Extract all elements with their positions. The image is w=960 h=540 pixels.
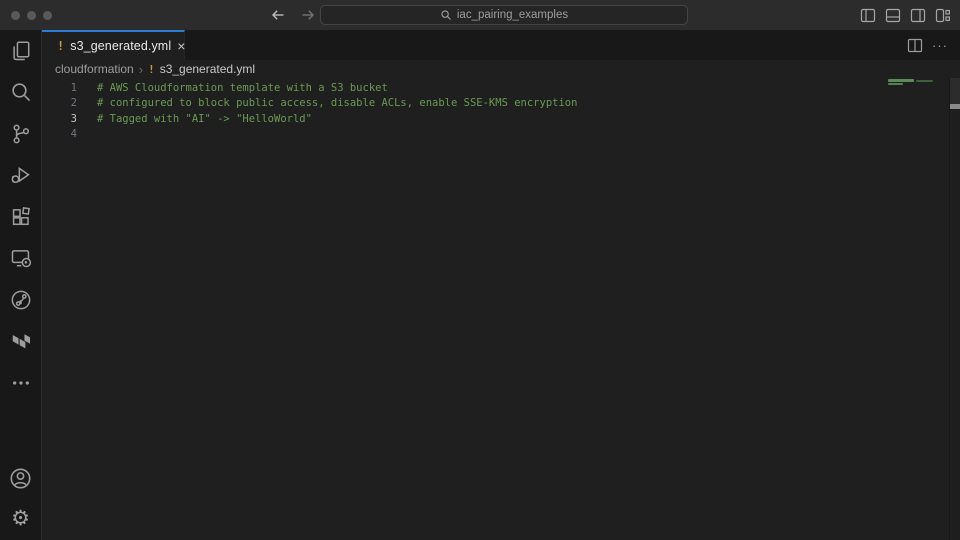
- scrollbar-slider[interactable]: [950, 78, 960, 105]
- titlebar: iac_pairing_examples: [0, 0, 960, 30]
- close-window-button[interactable]: [11, 11, 20, 20]
- tab-s3-generated-yml[interactable]: ! s3_generated.yml ×: [42, 30, 185, 60]
- history-nav: [268, 4, 318, 26]
- toggle-primary-sidebar-icon[interactable]: [859, 7, 877, 23]
- vscode-window: iac_pairing_examples: [0, 0, 960, 540]
- breadcrumb-folder[interactable]: cloudformation: [55, 62, 134, 76]
- git-graph-icon[interactable]: [0, 279, 41, 321]
- tab-label: s3_generated.yml: [70, 39, 171, 53]
- command-center-search[interactable]: iac_pairing_examples: [320, 5, 688, 25]
- explorer-icon[interactable]: [0, 30, 41, 72]
- code-editor[interactable]: 1 # AWS Cloudformation template with a S…: [42, 78, 960, 540]
- line-number: 1: [42, 82, 77, 94]
- account-icon[interactable]: [0, 458, 41, 498]
- code-text: # AWS Cloudformation template with a S3 …: [77, 82, 388, 94]
- line-number: 2: [42, 97, 77, 109]
- main-area: ⚙ ! s3_generated.yml ×: [0, 30, 960, 540]
- breadcrumb-file[interactable]: s3_generated.yml: [160, 62, 255, 76]
- scrollbar-handle[interactable]: [950, 104, 960, 109]
- code-line[interactable]: 4: [42, 127, 960, 143]
- minimap-line-mark: [916, 80, 933, 82]
- chevron-right-icon: ›: [139, 62, 143, 77]
- line-number-active: 3: [42, 113, 77, 125]
- remote-explorer-icon[interactable]: [0, 238, 41, 280]
- traffic-lights: [11, 11, 52, 20]
- forward-arrow-icon[interactable]: [298, 4, 318, 26]
- code-line[interactable]: 1 # AWS Cloudformation template with a S…: [42, 80, 960, 96]
- activity-bar: ⚙: [0, 30, 42, 540]
- warning-icon: !: [148, 63, 155, 76]
- extensions-icon[interactable]: [0, 196, 41, 238]
- more-actions-icon[interactable]: [0, 362, 41, 404]
- warning-icon: !: [57, 39, 64, 53]
- run-debug-icon[interactable]: [0, 155, 41, 197]
- layout-controls: [859, 7, 952, 23]
- split-editor-icon[interactable]: [907, 38, 923, 53]
- overview-ruler[interactable]: [949, 78, 960, 540]
- back-arrow-icon[interactable]: [268, 4, 288, 26]
- settings-gear-icon[interactable]: ⚙: [0, 498, 41, 538]
- minimize-window-button[interactable]: [27, 11, 36, 20]
- zoom-window-button[interactable]: [43, 11, 52, 20]
- code-text: # configured to block public access, dis…: [77, 97, 577, 109]
- line-number: 4: [42, 128, 77, 140]
- code-text: # Tagged with "AI" -> "HelloWorld": [77, 113, 312, 125]
- tabbar-actions: ···: [907, 30, 960, 60]
- activity-bar-top: [0, 30, 41, 458]
- toggle-secondary-sidebar-icon[interactable]: [909, 7, 927, 23]
- tabbar-spacer: [185, 30, 907, 60]
- tab-bar: ! s3_generated.yml × ···: [42, 30, 960, 60]
- more-actions-icon[interactable]: ···: [932, 38, 948, 53]
- terraform-icon[interactable]: [0, 321, 41, 363]
- search-box-text: iac_pairing_examples: [457, 9, 568, 21]
- search-icon[interactable]: [0, 72, 41, 114]
- breadcrumb: cloudformation › ! s3_generated.yml: [42, 60, 960, 78]
- minimap-line-mark: [888, 83, 903, 85]
- search-icon: [440, 9, 452, 21]
- minimap[interactable]: [888, 78, 948, 88]
- editor-group: ! s3_generated.yml × ··· cloudformation: [42, 30, 960, 540]
- toggle-panel-icon[interactable]: [884, 7, 902, 23]
- activity-bar-bottom: ⚙: [0, 458, 41, 540]
- code-line[interactable]: 2 # configured to block public access, d…: [42, 96, 960, 112]
- minimap-line-mark: [888, 79, 914, 82]
- customize-layout-icon[interactable]: [934, 7, 952, 23]
- code-line[interactable]: 3 # Tagged with "AI" -> "HelloWorld": [42, 111, 960, 127]
- source-control-icon[interactable]: [0, 113, 41, 155]
